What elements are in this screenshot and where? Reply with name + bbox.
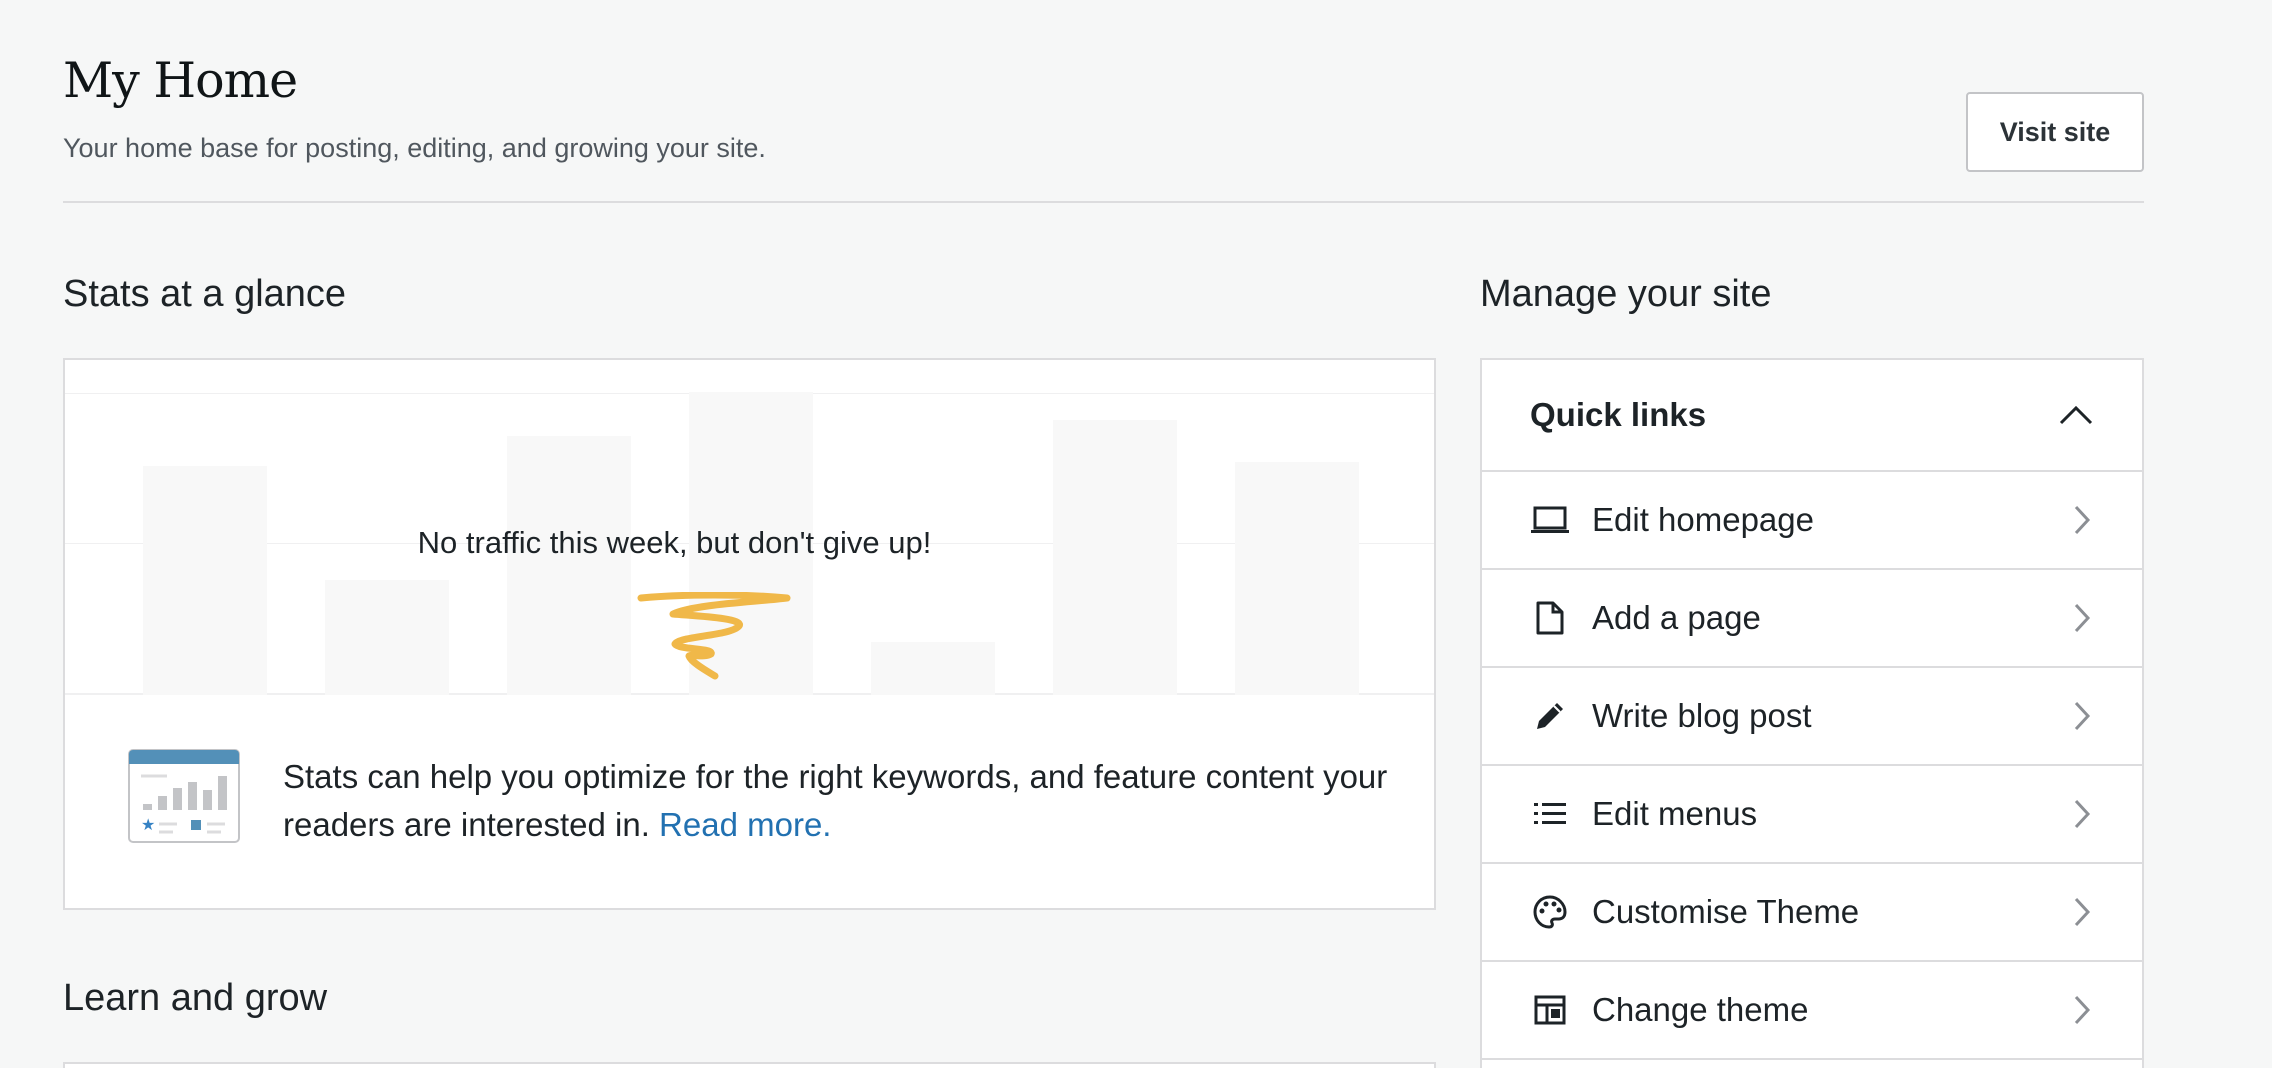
- learn-card: [63, 1062, 1436, 1068]
- read-more-link[interactable]: Read more.: [659, 806, 831, 843]
- quick-links-card: Quick links Edit homepage Add a page Wri…: [1480, 358, 2144, 1068]
- quick-link-edit-menus[interactable]: Edit menus: [1482, 766, 2142, 864]
- chevron-right-icon: [2070, 894, 2094, 930]
- quick-link-label: Write blog post: [1592, 697, 1812, 734]
- header-divider: [63, 201, 2144, 203]
- quick-link-label: Edit homepage: [1592, 501, 1814, 538]
- quick-link-label: Edit menus: [1592, 795, 1758, 832]
- placeholder-bar: [325, 580, 449, 695]
- quick-link-add-page[interactable]: Add a page: [1482, 570, 2142, 668]
- my-home-page: My Home Your home base for posting, edit…: [0, 0, 2272, 1068]
- no-traffic-message: No traffic this week, but don't give up!: [417, 525, 932, 560]
- quick-links-title: Quick links: [1530, 396, 1707, 433]
- chevron-up-icon: [2059, 405, 2093, 425]
- quick-link-edit-homepage[interactable]: Edit homepage: [1482, 472, 2142, 570]
- chevron-right-icon: [2070, 600, 2094, 636]
- layout-icon: [1530, 990, 1570, 1030]
- chevron-right-icon: [2070, 698, 2094, 734]
- quick-link-label: Add a page: [1592, 599, 1761, 636]
- stats-empty-chart: No traffic this week, but don't give up!: [65, 360, 1434, 695]
- quick-link-write-blog-post[interactable]: Write blog post: [1482, 668, 2142, 766]
- laptop-icon: [1530, 500, 1570, 540]
- page-icon: [1530, 598, 1570, 638]
- stats-promo-body: Stats can help you optimize for the righ…: [283, 758, 1388, 843]
- quick-links-toggle[interactable]: Quick links: [1482, 360, 2142, 472]
- placeholder-bar: [1235, 462, 1359, 695]
- list-icon: [1530, 794, 1570, 834]
- manage-heading: Manage your site: [1480, 273, 1772, 315]
- svg-text:★: ★: [141, 815, 155, 834]
- stats-promo-text: Stats can help you optimize for the righ…: [283, 753, 1403, 849]
- stats-heading: Stats at a glance: [63, 273, 347, 315]
- stats-card: No traffic this week, but don't give up!…: [63, 358, 1436, 910]
- page-title: My Home: [63, 52, 298, 109]
- chevron-right-icon: [2070, 502, 2094, 538]
- chevron-right-icon: [2070, 796, 2094, 832]
- page-subtitle: Your home base for posting, editing, and…: [63, 133, 766, 163]
- visit-site-button[interactable]: Visit site: [1966, 92, 2144, 172]
- quick-link-change-theme[interactable]: Change theme: [1482, 962, 2142, 1060]
- quick-link-customise-theme[interactable]: Customise Theme: [1482, 864, 2142, 962]
- placeholder-bar: [143, 466, 267, 695]
- squiggle-illustration: [637, 592, 791, 680]
- palette-icon: [1530, 892, 1570, 932]
- quick-link-label: Change theme: [1592, 991, 1809, 1028]
- pencil-icon: [1530, 696, 1570, 736]
- placeholder-bar: [507, 436, 631, 695]
- learn-heading: Learn and grow: [63, 977, 328, 1019]
- stats-illustration-icon: ★: [128, 749, 240, 843]
- placeholder-bar: [871, 642, 995, 695]
- quick-link-label: Customise Theme: [1592, 893, 1860, 930]
- chevron-right-icon: [2070, 992, 2094, 1028]
